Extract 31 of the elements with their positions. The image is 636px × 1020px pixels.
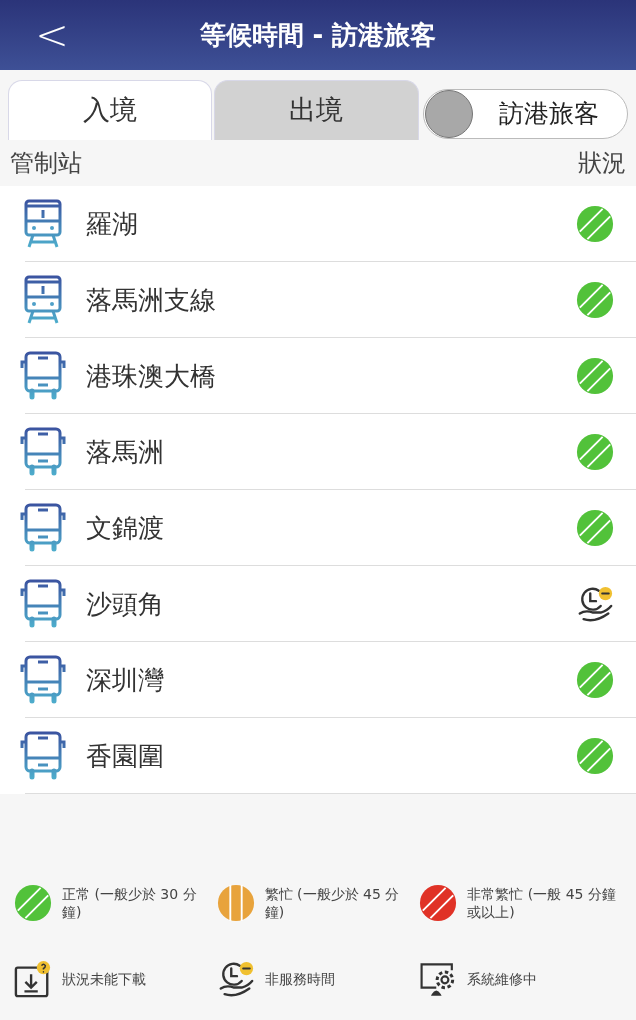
toggle-switch[interactable]: 訪港旅客 [422, 89, 628, 139]
column-header: 狀況 [578, 148, 626, 179]
station-name: 沙頭角 [86, 587, 165, 621]
station-name: 文錦渡 [86, 511, 165, 545]
toggle-label: 訪港旅客 [498, 98, 601, 131]
legend-label: 正常 (一般少於 30 分鐘) [62, 885, 198, 921]
legend-label: 非常繁忙 (一般 45 分鐘或以上) [467, 885, 617, 921]
station-name: 香園圍 [86, 739, 165, 773]
column-header: 管制站 [10, 148, 82, 179]
toggle-knob [424, 90, 473, 138]
station-row[interactable]: 深圳灣 [0, 642, 636, 718]
station-row[interactable]: 沙頭角 [0, 566, 636, 642]
station-row[interactable]: 落馬洲 [0, 414, 636, 490]
station-row[interactable]: 落馬洲支線 [0, 262, 636, 338]
station-name: 港珠澳大橋 [86, 359, 217, 393]
station-row[interactable]: 文錦渡 [0, 490, 636, 566]
legend-label: 狀況未能下載 [62, 970, 147, 988]
legend-label: 繁忙 (一般少於 45 分鐘) [264, 885, 401, 921]
station-name: 落馬洲 [86, 435, 165, 469]
legend-label: 非服務時間 [264, 970, 336, 988]
legend-label: 系統維修中 [467, 970, 539, 988]
station-name: 深圳灣 [86, 663, 165, 697]
back-button[interactable]: < [32, 15, 72, 55]
tab[interactable]: 入境 [8, 80, 213, 140]
tab[interactable]: 出境 [214, 80, 419, 140]
window-title: 等候時間 - 訪港旅客 [198, 18, 438, 52]
station-row[interactable]: 羅湖 [0, 186, 636, 262]
station-name: 落馬洲支線 [86, 283, 217, 317]
station-name: 羅湖 [86, 207, 139, 241]
station-row[interactable]: 港珠澳大橋 [0, 338, 636, 414]
station-row[interactable]: 香園圍 [0, 718, 636, 794]
